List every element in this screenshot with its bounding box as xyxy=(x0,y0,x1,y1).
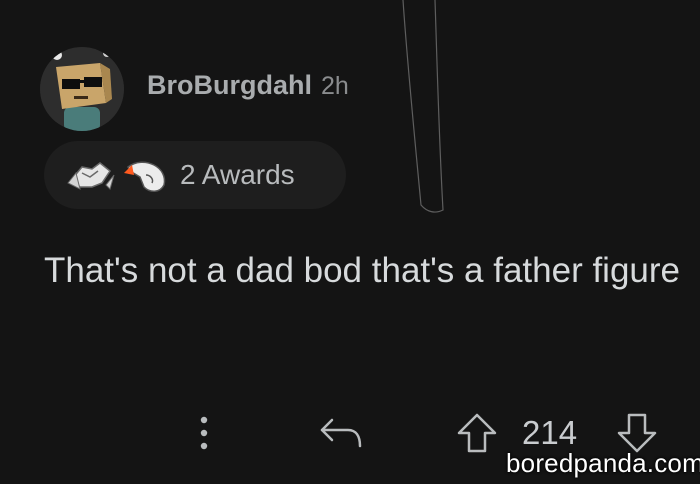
more-options-icon[interactable] xyxy=(192,413,216,453)
watermark: boredpanda.com xyxy=(506,448,700,478)
upvote-icon[interactable] xyxy=(456,412,498,454)
doodle-line xyxy=(402,0,444,213)
awards-pill[interactable]: 2 Awards xyxy=(44,141,346,209)
username-link[interactable]: BroBurgdahl xyxy=(147,70,312,101)
comment-body: That's not a dad bod that's a father fig… xyxy=(44,251,680,290)
avatar[interactable] xyxy=(40,47,124,131)
handshake-award-icon xyxy=(66,153,116,197)
comment-header: BroBurgdahl 2h xyxy=(147,70,349,106)
reply-icon[interactable] xyxy=(318,414,364,450)
pointing-hand-award-icon xyxy=(122,153,172,197)
awards-label: 2 Awards xyxy=(180,159,295,190)
timestamp: 2h xyxy=(321,72,349,100)
vote-count: 214 xyxy=(522,414,578,451)
